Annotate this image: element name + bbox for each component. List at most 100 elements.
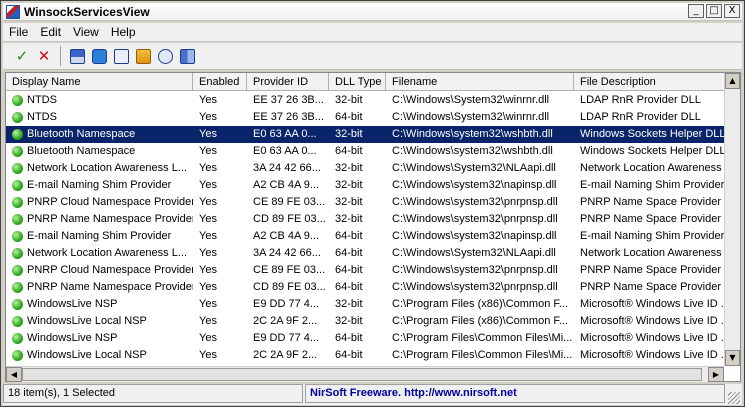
cell-dll-type: 64-bit xyxy=(335,264,363,276)
app-icon xyxy=(6,4,20,19)
cell-filename: C:\Windows\System32\winrnr.dll xyxy=(392,111,550,123)
cell-file-description: Windows Sockets Helper DLL xyxy=(580,128,726,140)
cell-enabled: Yes xyxy=(199,179,217,191)
cell-enabled: Yes xyxy=(199,247,217,259)
cell-display-name: NTDS xyxy=(6,109,193,126)
cell-enabled: Yes xyxy=(199,264,217,276)
enable-button[interactable]: ✓ xyxy=(11,45,33,67)
menu-bar: File Edit View Help xyxy=(3,23,742,42)
cell-dll-type: 64-bit xyxy=(335,247,363,259)
cell-display-name: Network Location Awareness L... xyxy=(6,160,193,177)
table-row[interactable]: Bluetooth Namespace Yes E0 63 AA 0... 64-bi… xyxy=(6,143,726,160)
column-file-description[interactable]: File Description xyxy=(574,73,726,91)
scroll-down-button[interactable]: ▼ xyxy=(725,350,740,366)
status-ok-icon xyxy=(12,163,23,174)
copy-button[interactable] xyxy=(110,45,132,67)
table-row[interactable]: Network Location Awareness L... Yes 3A 24 … xyxy=(6,245,726,262)
table-row[interactable]: E-mail Naming Shim Provider Yes A2 CB 4A 9… xyxy=(6,177,726,194)
table-row[interactable]: E-mail Naming Shim Provider Yes A2 CB 4A 9… xyxy=(6,228,726,245)
cell-provider-id: 2C 2A 9F 2... xyxy=(253,315,318,327)
column-display-name[interactable]: Display Name xyxy=(6,73,193,91)
table-row[interactable]: PNRP Cloud Namespace Provider Yes CE 89 FE… xyxy=(6,262,726,279)
window-controls: _ □ X xyxy=(688,4,740,18)
cell-enabled: Yes xyxy=(199,94,217,106)
table-row[interactable]: PNRP Name Namespace Provider Yes CD 89 FE … xyxy=(6,211,726,228)
refresh-button[interactable] xyxy=(88,45,110,67)
cell-dll-type: 32-bit xyxy=(335,128,363,140)
scroll-right-button[interactable]: ▶ xyxy=(708,367,724,382)
maximize-button[interactable]: □ xyxy=(706,4,722,18)
status-ok-icon xyxy=(12,350,23,361)
close-button[interactable]: X xyxy=(724,4,740,18)
delete-icon: ✕ xyxy=(37,47,51,65)
menu-file[interactable]: File xyxy=(3,25,34,39)
cell-file-description: Microsoft® Windows Live ID ... xyxy=(580,315,726,327)
table-row[interactable]: PNRP Name Namespace Provider Yes CD 89 FE … xyxy=(6,279,726,296)
cell-provider-id: CE 89 FE 03... xyxy=(253,264,326,276)
table-row[interactable]: WindowsLive Local NSP Yes 2C 2A 9F 2... 32-… xyxy=(6,313,726,330)
cell-provider-id: A2 CB 4A 9... xyxy=(253,230,320,242)
display-name-text: WindowsLive Local NSP xyxy=(27,349,147,361)
disable-button[interactable]: ✕ xyxy=(33,45,55,67)
properties-button[interactable] xyxy=(132,45,154,67)
table-row[interactable]: Network Location Awareness L... Yes 3A 24 … xyxy=(6,160,726,177)
status-ok-icon xyxy=(12,95,23,106)
cell-filename: C:\Program Files (x86)\Common F... xyxy=(392,298,569,310)
status-ok-icon xyxy=(12,248,23,259)
cell-provider-id: 2C 2A 9F 2... xyxy=(253,349,318,361)
cell-filename: C:\Windows\system32\pnrpnsp.dll xyxy=(392,264,558,276)
resize-grip[interactable] xyxy=(728,392,740,404)
table-row[interactable]: WindowsLive NSP Yes E9 DD 77 4... 32-bit C:\… xyxy=(6,296,726,313)
cell-file-description: E-mail Naming Shim Provider xyxy=(580,179,725,191)
main-window: WinsockServicesView _ □ X File Edit View… xyxy=(0,0,745,407)
cell-file-description: Microsoft® Windows Live ID ... xyxy=(580,332,726,344)
column-filename[interactable]: Filename xyxy=(386,73,574,91)
column-provider-id[interactable]: Provider ID xyxy=(247,73,329,91)
cell-enabled: Yes xyxy=(199,349,217,361)
save-button[interactable] xyxy=(66,45,88,67)
cell-enabled: Yes xyxy=(199,196,217,208)
status-ok-icon xyxy=(12,282,23,293)
find-icon xyxy=(157,48,173,64)
menu-edit[interactable]: Edit xyxy=(34,25,67,39)
cell-dll-type: 32-bit xyxy=(335,315,363,327)
title-bar[interactable]: WinsockServicesView _ □ X xyxy=(3,3,742,21)
cell-filename: C:\Windows\system32\pnrpnsp.dll xyxy=(392,196,558,208)
cell-provider-id: E9 DD 77 4... xyxy=(253,298,320,310)
scroll-up-button[interactable]: ▲ xyxy=(725,73,740,89)
minimize-button[interactable]: _ xyxy=(688,4,704,18)
table-row[interactable]: NTDS Yes EE 37 26 3B... 32-bit C:\Windows\Sy… xyxy=(6,92,726,109)
cell-dll-type: 64-bit xyxy=(335,230,363,242)
table-row[interactable]: Bluetooth Namespace Yes E0 63 AA 0... 32-bi… xyxy=(6,126,726,143)
cell-dll-type: 64-bit xyxy=(335,145,363,157)
cell-dll-type: 32-bit xyxy=(335,179,363,191)
table-row[interactable]: WindowsLive Local NSP Yes 2C 2A 9F 2... 64-… xyxy=(6,347,726,364)
table-row[interactable]: WindowsLive NSP Yes E9 DD 77 4... 64-bit C:\… xyxy=(6,330,726,347)
horizontal-scrollbar[interactable]: ◀ ▶ xyxy=(6,366,724,382)
table-row[interactable]: NTDS Yes EE 37 26 3B... 64-bit C:\Windows\Sy… xyxy=(6,109,726,126)
column-enabled[interactable]: Enabled xyxy=(193,73,247,91)
column-dll-type[interactable]: DLL Type xyxy=(329,73,386,91)
cell-file-description: PNRP Name Space Provider xyxy=(580,196,722,208)
cell-provider-id: 3A 24 42 66... xyxy=(253,247,321,259)
status-nirsoft-link[interactable]: NirSoft Freeware. http://www.nirsoft.net xyxy=(305,384,725,403)
table-row[interactable]: PNRP Cloud Namespace Provider Yes CE 89 FE… xyxy=(6,194,726,211)
find-button[interactable] xyxy=(154,45,176,67)
menu-view[interactable]: View xyxy=(67,25,105,39)
status-ok-icon xyxy=(12,265,23,276)
cell-filename: C:\Windows\system32\napinsp.dll xyxy=(392,230,557,242)
cell-enabled: Yes xyxy=(199,145,217,157)
menu-help[interactable]: Help xyxy=(105,25,142,39)
cell-filename: C:\Windows\system32\pnrpnsp.dll xyxy=(392,281,558,293)
cell-provider-id: EE 37 26 3B... xyxy=(253,111,324,123)
status-item-count: 18 item(s), 1 Selected xyxy=(3,384,303,403)
cell-display-name: WindowsLive NSP xyxy=(6,330,193,347)
scroll-left-button[interactable]: ◀ xyxy=(6,367,22,382)
services-list[interactable]: Display Name Enabled Provider ID DLL Typ… xyxy=(5,72,741,382)
toolbar: ✓ ✕ xyxy=(3,43,742,70)
horizontal-scroll-thumb[interactable] xyxy=(22,368,702,381)
vertical-scrollbar[interactable]: ▲ ▼ xyxy=(724,73,740,366)
cell-file-description: Microsoft® Windows Live ID ... xyxy=(580,349,726,361)
exit-button[interactable] xyxy=(176,45,198,67)
cell-dll-type: 32-bit xyxy=(335,196,363,208)
